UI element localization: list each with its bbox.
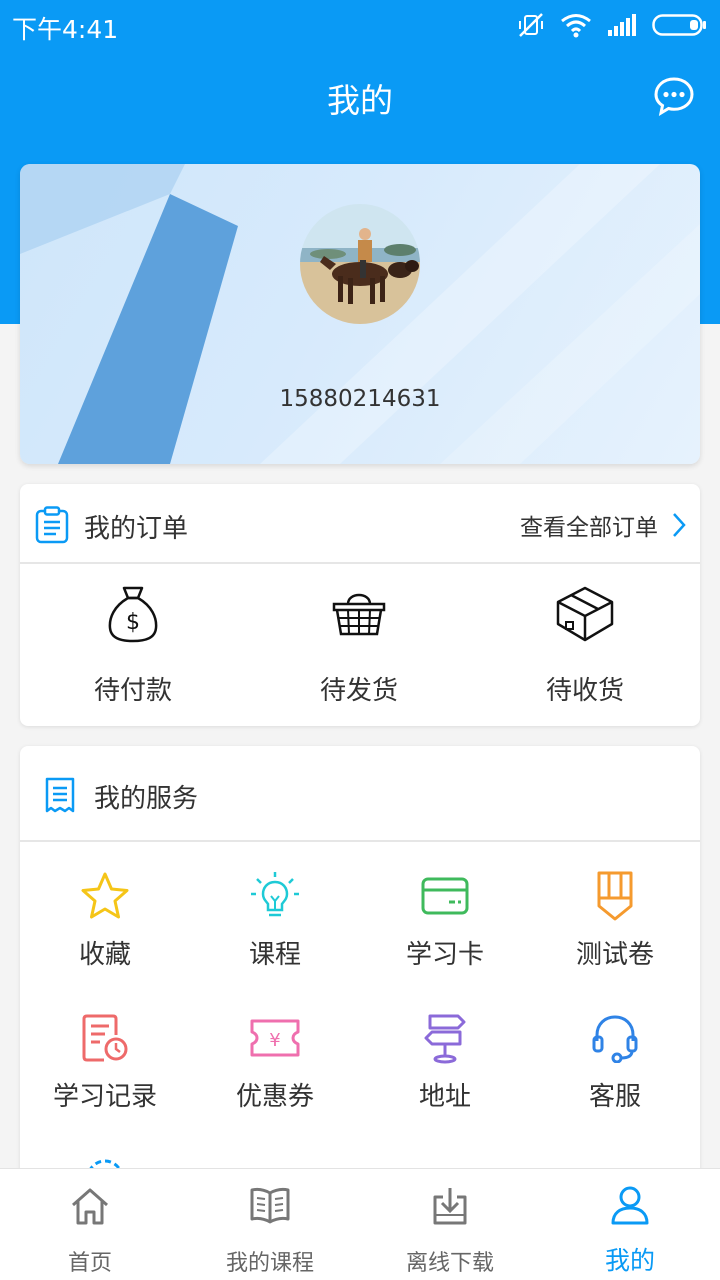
service-customer-support-label: 客服	[588, 1082, 641, 1112]
profile-card[interactable]: 15880214631	[20, 164, 700, 464]
service-address-label: 地址	[418, 1082, 471, 1112]
service-test-paper[interactable]: 测试卷	[530, 868, 700, 971]
view-all-orders-label: 查看全部订单	[520, 515, 658, 541]
tab-offline-download-label: 离线下载	[405, 1251, 494, 1276]
view-all-orders-link[interactable]: 查看全部订单	[520, 508, 686, 542]
battery-icon	[652, 14, 706, 36]
services-title: 我的服务	[94, 784, 199, 814]
card-icon	[421, 877, 469, 915]
signpost-icon	[424, 1014, 466, 1064]
star-icon	[81, 872, 129, 919]
orders-card: 我的订单 查看全部订单 $ 待付款 待发货 待收货	[20, 484, 700, 726]
service-study-record-label: 学习记录	[52, 1082, 157, 1112]
service-customer-support[interactable]: 客服	[530, 1010, 700, 1113]
service-courses[interactable]: 课程	[190, 868, 360, 971]
service-coupons[interactable]: ¥ 优惠券	[190, 1010, 360, 1113]
clipboard-icon	[35, 506, 69, 544]
orders-header: 我的订单 查看全部订单	[20, 484, 700, 564]
order-pending-shipment-label: 待发货	[319, 676, 398, 706]
receipt-icon	[45, 777, 75, 813]
user-phone: 15880214631	[279, 386, 441, 412]
order-pending-receipt-label: 待收货	[545, 676, 624, 706]
service-courses-label: 课程	[248, 940, 301, 970]
service-study-card[interactable]: 学习卡	[360, 868, 530, 971]
service-test-paper-label: 测试卷	[575, 940, 654, 970]
order-pending-payment[interactable]: $ 待付款	[20, 584, 246, 707]
orders-title: 我的订单	[84, 514, 189, 544]
service-address[interactable]: 地址	[360, 1010, 530, 1113]
basket-icon	[332, 593, 386, 636]
avatar[interactable]	[300, 204, 420, 324]
download-icon	[433, 1188, 467, 1225]
chat-bubble-icon	[654, 77, 694, 117]
tab-mine-label: 我的	[604, 1246, 655, 1275]
pencil-icon	[597, 871, 633, 921]
record-icon	[82, 1014, 128, 1062]
status-icons	[516, 10, 708, 40]
vibrate-off-icon	[519, 13, 543, 37]
service-favorites-label: 收藏	[78, 940, 131, 970]
message-button[interactable]	[654, 76, 694, 117]
tab-mine[interactable]: 我的	[540, 1185, 720, 1277]
tab-my-courses-label: 我的课程	[225, 1251, 314, 1276]
wifi-icon	[561, 14, 591, 38]
tab-offline-download[interactable]: 离线下载	[360, 1185, 540, 1277]
service-coupons-label: 优惠券	[235, 1082, 314, 1112]
status-time: 下午4:41	[12, 15, 119, 44]
order-pending-shipment[interactable]: 待发货	[246, 584, 472, 707]
avatar-photo	[300, 204, 420, 324]
bottom-tab-bar: 首页 我的课程 离线下载 我的	[0, 1168, 720, 1280]
book-icon	[250, 1187, 290, 1224]
services-header: 我的服务	[20, 746, 700, 842]
order-pending-receipt[interactable]: 待收货	[472, 584, 698, 707]
home-icon	[72, 1188, 108, 1225]
svg-text:$: $	[126, 610, 140, 635]
service-study-record[interactable]: 学习记录	[20, 1010, 190, 1113]
page-title: 我的	[327, 81, 393, 120]
money-bag-icon: $	[108, 586, 158, 643]
services-card: 我的服务 收藏 课程 学习卡 测试卷 学习记录 ¥ 优惠券 地址 客服	[20, 746, 700, 1206]
lightbulb-icon	[251, 872, 299, 917]
tab-home-label: 首页	[67, 1251, 112, 1276]
status-bar: 下午4:41	[0, 0, 720, 52]
user-icon	[611, 1186, 649, 1225]
order-pending-payment-label: 待付款	[93, 676, 172, 706]
tab-my-courses[interactable]: 我的课程	[180, 1185, 360, 1277]
service-favorites[interactable]: 收藏	[20, 868, 190, 971]
headset-icon	[592, 1015, 638, 1063]
signal-icon	[608, 14, 636, 36]
service-study-card-label: 学习卡	[405, 940, 484, 970]
tab-home[interactable]: 首页	[0, 1185, 180, 1277]
coupon-icon: ¥	[250, 1019, 300, 1057]
package-box-icon	[556, 586, 614, 642]
chevron-right-icon	[673, 513, 686, 537]
svg-text:¥: ¥	[269, 1030, 280, 1051]
